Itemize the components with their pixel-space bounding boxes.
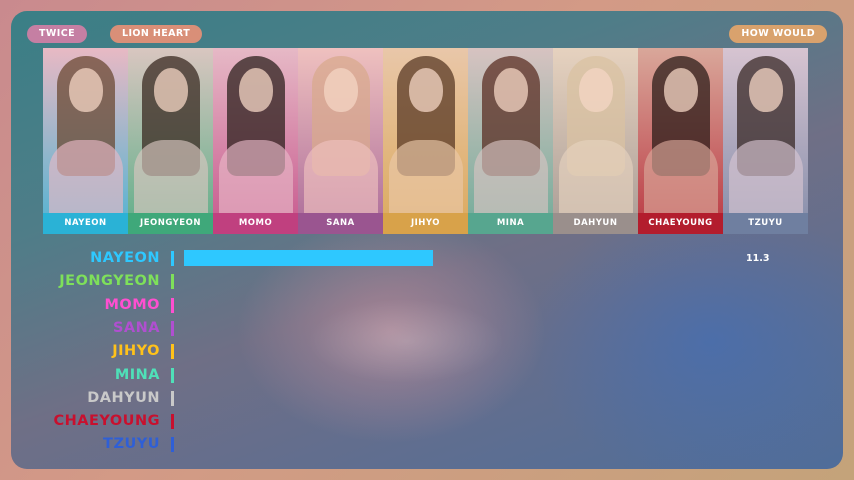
body-shape <box>219 140 293 213</box>
member-photo <box>213 48 298 213</box>
chart-row: DAHYUN <box>0 387 854 410</box>
member-name-label: DAHYUN <box>553 213 638 234</box>
value-label: 11.3 <box>746 253 770 264</box>
face-shape <box>324 68 358 112</box>
category-label: JEONGYEON <box>59 273 160 290</box>
body-shape <box>134 140 208 213</box>
member-card: CHAEYOUNG <box>638 48 723 234</box>
row-marker <box>171 297 174 313</box>
body-shape <box>474 140 548 213</box>
row-marker <box>171 274 174 290</box>
member-card: TZUYU <box>723 48 808 234</box>
member-photo <box>128 48 213 213</box>
member-photo <box>468 48 553 213</box>
row-marker <box>171 320 174 336</box>
row-marker <box>171 390 174 406</box>
face-shape <box>664 68 698 112</box>
member-photo <box>383 48 468 213</box>
category-label: JIHYO <box>112 343 160 360</box>
face-shape <box>69 68 103 112</box>
member-photo <box>298 48 383 213</box>
chart-row: NAYEON 11.3 <box>0 247 854 270</box>
chart-row: TZUYU <box>0 433 854 456</box>
member-name-label: TZUYU <box>723 213 808 234</box>
member-card: JEONGYEON <box>128 48 213 234</box>
category-label: DAHYUN <box>87 389 160 406</box>
chart-row: CHAEYOUNG <box>0 410 854 433</box>
body-shape <box>304 140 378 213</box>
category-label: NAYEON <box>90 250 160 266</box>
member-photo <box>638 48 723 213</box>
member-photo <box>553 48 638 213</box>
category-label: MOMO <box>104 296 160 313</box>
category-label: CHAEYOUNG <box>53 413 160 430</box>
chart-row: MOMO <box>0 294 854 317</box>
row-marker <box>171 344 174 360</box>
chart-row: SANA <box>0 317 854 340</box>
face-shape <box>579 68 613 112</box>
member-card: SANA <box>298 48 383 234</box>
category-label: TZUYU <box>103 436 160 453</box>
row-marker <box>171 437 174 453</box>
face-shape <box>154 68 188 112</box>
face-shape <box>239 68 273 112</box>
face-shape <box>749 68 783 112</box>
member-name-label: NAYEON <box>43 213 128 234</box>
chart-row: MINA <box>0 364 854 387</box>
member-photo <box>43 48 128 213</box>
member-photo <box>723 48 808 213</box>
member-name-label: MINA <box>468 213 553 234</box>
member-name-label: JIHYO <box>383 213 468 234</box>
member-card: MINA <box>468 48 553 234</box>
member-name-label: CHAEYOUNG <box>638 213 723 234</box>
body-shape <box>389 140 463 213</box>
face-shape <box>409 68 443 112</box>
chart-row: JEONGYEON <box>0 270 854 293</box>
body-shape <box>644 140 718 213</box>
next-song-tag: HOW WOULD <box>729 25 827 43</box>
chart-row: JIHYO <box>0 340 854 363</box>
member-name-label: SANA <box>298 213 383 234</box>
body-shape <box>49 140 123 213</box>
member-card: DAHYUN <box>553 48 638 234</box>
song-tag: LION HEART <box>110 25 203 43</box>
member-card: JIHYO <box>383 48 468 234</box>
body-shape <box>559 140 633 213</box>
category-label: SANA <box>112 319 160 336</box>
row-marker <box>171 251 174 266</box>
member-cards: NAYEON JEONGYEON MOMO SANA JIHYO MINA DAHYUN CH… <box>43 48 808 234</box>
row-marker <box>171 367 174 383</box>
body-shape <box>729 140 803 213</box>
member-card: MOMO <box>213 48 298 234</box>
category-label: MINA <box>114 366 160 383</box>
member-card: NAYEON <box>43 48 128 234</box>
member-name-label: JEONGYEON <box>128 213 213 234</box>
bar <box>184 250 433 266</box>
face-shape <box>494 68 528 112</box>
member-name-label: MOMO <box>213 213 298 234</box>
group-tag: TWICE <box>27 25 87 43</box>
row-marker <box>171 414 174 430</box>
